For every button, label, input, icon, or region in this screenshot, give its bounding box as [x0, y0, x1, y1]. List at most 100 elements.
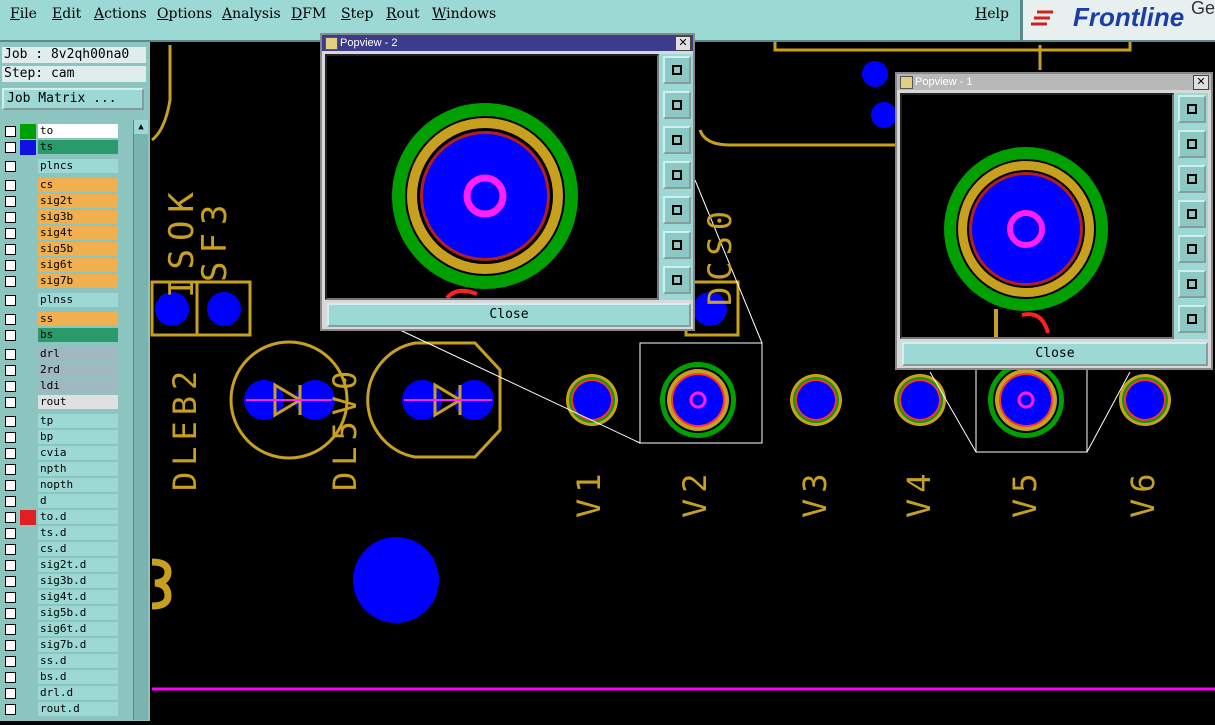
layer-checkbox[interactable] [5, 560, 16, 571]
layer-row-cs-d[interactable]: cs.d [2, 542, 120, 557]
layer-row-tp[interactable]: tp [2, 414, 120, 429]
layer-row-ts-d[interactable]: ts.d [2, 526, 120, 541]
layer-row-npth[interactable]: npth [2, 462, 120, 477]
layer-checkbox[interactable] [5, 448, 16, 459]
layer-row-sig3b[interactable]: sig3b [2, 210, 120, 225]
layer-row-rout-d[interactable]: rout.d [2, 702, 120, 717]
layer-row-ss-d[interactable]: ss.d [2, 654, 120, 669]
layer-checkbox[interactable] [5, 161, 16, 172]
layer-checkbox[interactable] [5, 381, 16, 392]
layer-row-ss[interactable]: ss [2, 312, 120, 327]
layer-name[interactable]: sig2t [38, 194, 118, 208]
layer-row-sig6t[interactable]: sig6t [2, 258, 120, 273]
layer-row-nopth[interactable]: nopth [2, 478, 120, 493]
menu-windows[interactable]: Windows [432, 6, 496, 22]
layer-row-to-d[interactable]: to.d [2, 510, 120, 525]
layer-row-sig2t-d[interactable]: sig2t.d [2, 558, 120, 573]
layer-name[interactable]: sig5b [38, 242, 118, 256]
layer-name[interactable]: ss.d [38, 654, 118, 668]
layer-row-rout[interactable]: rout [2, 395, 120, 410]
layer-row-sig5b-d[interactable]: sig5b.d [2, 606, 120, 621]
popview-2-titlebar[interactable]: Popview - 2 ✕ [322, 35, 693, 51]
layer-checkbox[interactable] [5, 349, 16, 360]
layer-checkbox[interactable] [5, 688, 16, 699]
pan-right-icon[interactable] [663, 196, 691, 224]
layer-name[interactable]: sig4t [38, 226, 118, 240]
popview-1-close-button[interactable]: Close [902, 342, 1208, 366]
pan-right-icon[interactable] [1178, 235, 1206, 263]
layer-row-sig7b-d[interactable]: sig7b.d [2, 638, 120, 653]
layer-row-sig2t[interactable]: sig2t [2, 194, 120, 209]
layer-checkbox[interactable] [5, 576, 16, 587]
layer-checkbox[interactable] [5, 365, 16, 376]
layer-row-to[interactable]: to [2, 124, 120, 139]
layer-checkbox[interactable] [5, 142, 16, 153]
zoom-fit-icon[interactable] [663, 266, 691, 294]
layer-row-bs[interactable]: bs [2, 328, 120, 343]
menu-options[interactable]: Options [157, 6, 212, 22]
layer-name[interactable]: npth [38, 462, 118, 476]
layer-row-sig4t-d[interactable]: sig4t.d [2, 590, 120, 605]
layer-checkbox[interactable] [5, 656, 16, 667]
layer-checkbox[interactable] [5, 640, 16, 651]
layer-row-ts[interactable]: ts [2, 140, 120, 155]
layer-row-plncs[interactable]: plncs [2, 159, 120, 174]
layer-name[interactable]: sig2t.d [38, 558, 118, 572]
layer-name[interactable]: cvia [38, 446, 118, 460]
layer-checkbox[interactable] [5, 480, 16, 491]
menu-help[interactable]: Help [975, 6, 1009, 22]
pan-down-icon[interactable] [1178, 165, 1206, 193]
layer-row-bp[interactable]: bp [2, 430, 120, 445]
layer-checkbox[interactable] [5, 592, 16, 603]
layer-name[interactable]: plncs [38, 159, 118, 173]
layer-row-drl-d[interactable]: drl.d [2, 686, 120, 701]
close-icon[interactable]: ✕ [1193, 75, 1209, 90]
layer-scrollbar[interactable]: ▲ [133, 120, 148, 720]
menu-actions[interactable]: Actions [94, 6, 147, 22]
layer-checkbox[interactable] [5, 704, 16, 715]
layer-name[interactable]: rout [38, 395, 118, 409]
layer-name[interactable]: sig6t [38, 258, 118, 272]
layer-checkbox[interactable] [5, 260, 16, 271]
layer-name[interactable]: plnss [38, 293, 118, 307]
layer-row-plnss[interactable]: plnss [2, 293, 120, 308]
layer-checkbox[interactable] [5, 276, 16, 287]
layer-checkbox[interactable] [5, 496, 16, 507]
layer-name[interactable]: to [38, 124, 118, 138]
zoom-in-icon[interactable] [663, 56, 691, 84]
layer-checkbox[interactable] [5, 672, 16, 683]
popview-2-pane[interactable] [325, 54, 659, 300]
zoom-fit-icon[interactable] [1178, 305, 1206, 333]
popview-1-titlebar[interactable]: Popview - 1 ✕ [897, 74, 1211, 90]
layer-row-cvia[interactable]: cvia [2, 446, 120, 461]
job-matrix-button[interactable]: Job Matrix ... [2, 88, 144, 110]
layer-name[interactable]: bs.d [38, 670, 118, 684]
layer-name[interactable]: ts.d [38, 526, 118, 540]
menu-step[interactable]: Step [341, 6, 373, 22]
layer-row-sig6t-d[interactable]: sig6t.d [2, 622, 120, 637]
layer-checkbox[interactable] [5, 196, 16, 207]
layer-checkbox[interactable] [5, 126, 16, 137]
layer-name[interactable]: sig7b [38, 274, 118, 288]
layer-row-sig3b-d[interactable]: sig3b.d [2, 574, 120, 589]
pan-up-icon[interactable] [663, 91, 691, 119]
pan-up-icon[interactable] [1178, 130, 1206, 158]
layer-name[interactable]: sig3b.d [38, 574, 118, 588]
layer-checkbox[interactable] [5, 244, 16, 255]
layer-checkbox[interactable] [5, 512, 16, 523]
layer-name[interactable]: d [38, 494, 118, 508]
zoom-out-icon[interactable] [663, 231, 691, 259]
layer-checkbox[interactable] [5, 544, 16, 555]
layer-row-d[interactable]: d [2, 494, 120, 509]
layer-checkbox[interactable] [5, 180, 16, 191]
layer-name[interactable]: bs [38, 328, 118, 342]
layer-name[interactable]: sig3b [38, 210, 118, 224]
layer-name[interactable]: cs [38, 178, 118, 192]
layer-row-sig5b[interactable]: sig5b [2, 242, 120, 257]
layer-name[interactable]: drl [38, 347, 118, 361]
zoom-out-icon[interactable] [1178, 270, 1206, 298]
layer-name[interactable]: nopth [38, 478, 118, 492]
popview-2-close-button[interactable]: Close [327, 303, 691, 327]
layer-checkbox[interactable] [5, 624, 16, 635]
popview-1-pane[interactable] [900, 93, 1174, 339]
